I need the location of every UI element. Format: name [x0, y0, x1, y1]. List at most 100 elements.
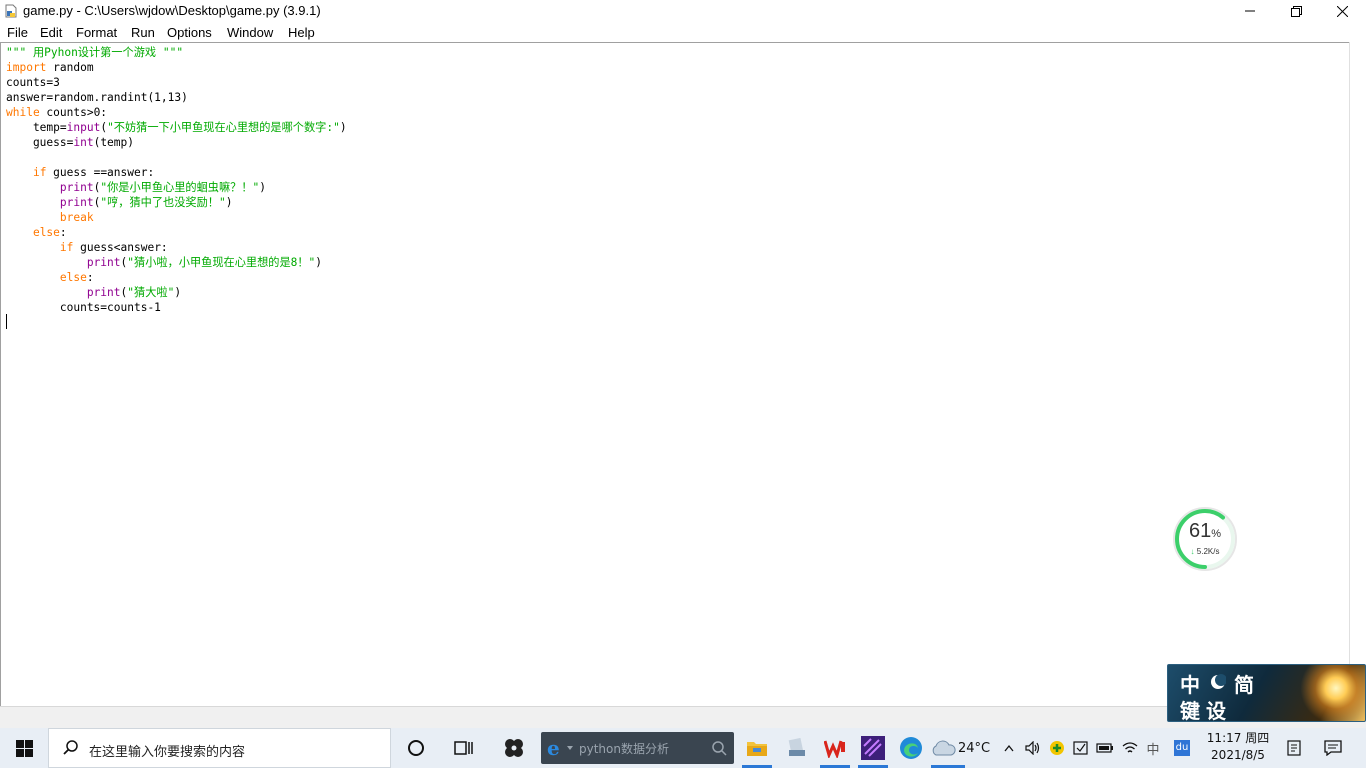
menu-options[interactable]: Options [167, 25, 212, 40]
search-icon [63, 740, 78, 755]
search-placeholder: 在这里输入你要搜索的内容 [89, 745, 246, 760]
taskbar-wps[interactable] [816, 728, 854, 768]
input-method-button[interactable]: 中 [1143, 728, 1163, 768]
menu-window[interactable]: Window [227, 25, 273, 40]
ime-simplified[interactable]: 简 [1234, 669, 1254, 698]
start-button[interactable] [0, 728, 48, 768]
code-line: temp=input("不妨猜一下小甲鱼现在心里想的是哪个数字:") [6, 121, 347, 134]
code-line: """ 用Pyhon设计第一个游戏 """ [6, 46, 184, 59]
code-text: """ 用Pyhon设计第一个游戏 """ import random coun… [6, 45, 347, 315]
task-view-button[interactable] [442, 728, 486, 768]
code-line: while counts>0: [6, 106, 108, 119]
tray-app-check[interactable] [1070, 728, 1092, 768]
code-line: if guess ==answer: [32, 166, 155, 179]
code-line: print("你是小甲鱼心里的蛔虫嘛？！") [59, 181, 266, 194]
taskbar-purple-app[interactable] [854, 728, 892, 768]
idle-editor-window: game.py - C:\Users\wjdow\Desktop\game.py… [0, 0, 1366, 728]
code-line: import random [6, 61, 94, 74]
close-icon [1336, 5, 1348, 17]
ie-search-box[interactable]: e python数据分析 [541, 732, 734, 764]
window-title: game.py - C:\Users\wjdow\Desktop\game.py… [23, 3, 321, 18]
baidu-icon: du [1174, 740, 1190, 756]
status-bar [0, 706, 1366, 728]
chevron-up-icon [1004, 744, 1014, 752]
code-line: guess=int(temp) [6, 136, 134, 149]
python-file-icon [5, 4, 17, 18]
code-line: print("哼，猜中了也没奖励！") [59, 196, 233, 209]
weather-widget[interactable]: 24°C [925, 728, 995, 768]
minimize-button[interactable] [1227, 0, 1273, 22]
restore-icon [1290, 5, 1302, 17]
ime-moon-icon[interactable] [1210, 674, 1226, 690]
clock-time: 11:17 周四 [1206, 731, 1270, 745]
check-window-icon [1073, 741, 1088, 755]
menu-help[interactable]: Help [288, 25, 315, 40]
cortana-icon [408, 740, 424, 756]
menu-edit[interactable]: Edit [40, 25, 62, 40]
menu-file[interactable]: File [7, 25, 28, 40]
minimize-icon [1245, 10, 1255, 12]
clock[interactable]: 11:17 周四 2021/8/5 [1205, 730, 1271, 764]
ie-icon: e [547, 736, 560, 760]
notification-icon [1324, 740, 1342, 756]
visual-studio-icon [861, 736, 885, 760]
windows-logo-icon [15, 739, 33, 757]
title-bar: game.py - C:\Users\wjdow\Desktop\game.py… [0, 0, 1366, 22]
weather-temp: 24°C [957, 740, 991, 756]
code-line: answer=random.randint(1,13) [6, 91, 188, 104]
show-hidden-icons[interactable] [1000, 728, 1018, 768]
notes-button[interactable] [1280, 728, 1308, 768]
sparkle-graphic [1288, 665, 1365, 721]
menu-run[interactable]: Run [131, 25, 155, 40]
code-line: print("猜小啦，小甲鱼现在心里想的是8！") [86, 256, 323, 269]
ime-settings[interactable]: 设 [1206, 695, 1226, 721]
menu-format[interactable]: Format [76, 25, 117, 40]
vertical-scrollbar[interactable] [1349, 42, 1366, 706]
ime-toolbar[interactable]: 中 简 键 设 [1167, 664, 1366, 722]
ie-search-text: python数据分析 [579, 742, 669, 756]
notepad-icon [1287, 740, 1301, 756]
code-line: if guess<answer: [59, 241, 168, 254]
taskbar-file-explorer[interactable] [738, 728, 776, 768]
cortana-button[interactable] [394, 728, 438, 768]
volume-button[interactable] [1022, 728, 1044, 768]
network-usage-gauge[interactable]: 61% ↓ 5.2K/s [1172, 506, 1238, 572]
taskbar-idle-app[interactable] [778, 728, 816, 768]
pinwheel-icon [505, 739, 523, 757]
battery-icon [1096, 743, 1113, 753]
code-line: break [59, 211, 94, 224]
caret-down-icon [567, 746, 573, 750]
code-line: counts=counts-1 [6, 301, 161, 314]
app-pinwheel[interactable] [492, 728, 536, 768]
folder-icon [747, 742, 767, 756]
ime-mode-chinese[interactable]: 中 [1180, 669, 1200, 698]
code-line: else: [59, 271, 94, 284]
text-cursor [6, 314, 7, 329]
taskbar: 在这里输入你要搜索的内容 e python数据分析 24°C 中 du 11:1… [0, 728, 1366, 768]
shield-plus-icon [1050, 741, 1064, 755]
wps-icon [824, 740, 845, 758]
gauge-speed: ↓ 5.2K/s [1190, 547, 1220, 556]
tray-security-app[interactable] [1046, 728, 1068, 768]
code-line: else: [32, 226, 67, 239]
restore-button[interactable] [1273, 0, 1319, 22]
network-button[interactable] [1118, 728, 1142, 768]
clock-date: 2021/8/5 [1211, 748, 1265, 762]
battery-button[interactable] [1094, 728, 1116, 768]
speaker-icon [1025, 741, 1040, 755]
close-button[interactable] [1319, 0, 1365, 22]
baidu-input-button[interactable]: du [1170, 728, 1194, 768]
task-view-icon [454, 741, 473, 755]
ime-keyboard[interactable]: 键 [1180, 695, 1200, 721]
action-center-button[interactable] [1318, 728, 1348, 768]
code-line: print("猜大啦") [86, 286, 182, 299]
input-method-label: 中 [1146, 742, 1160, 758]
idle-file-icon [788, 738, 805, 756]
code-line: counts=3 [6, 76, 60, 89]
search-icon [712, 741, 727, 756]
wifi-icon [1122, 742, 1138, 753]
taskbar-search[interactable]: 在这里输入你要搜索的内容 [48, 728, 391, 768]
menu-bar: File Edit Format Run Options Window Help [0, 22, 1366, 42]
edge-icon [900, 737, 922, 759]
